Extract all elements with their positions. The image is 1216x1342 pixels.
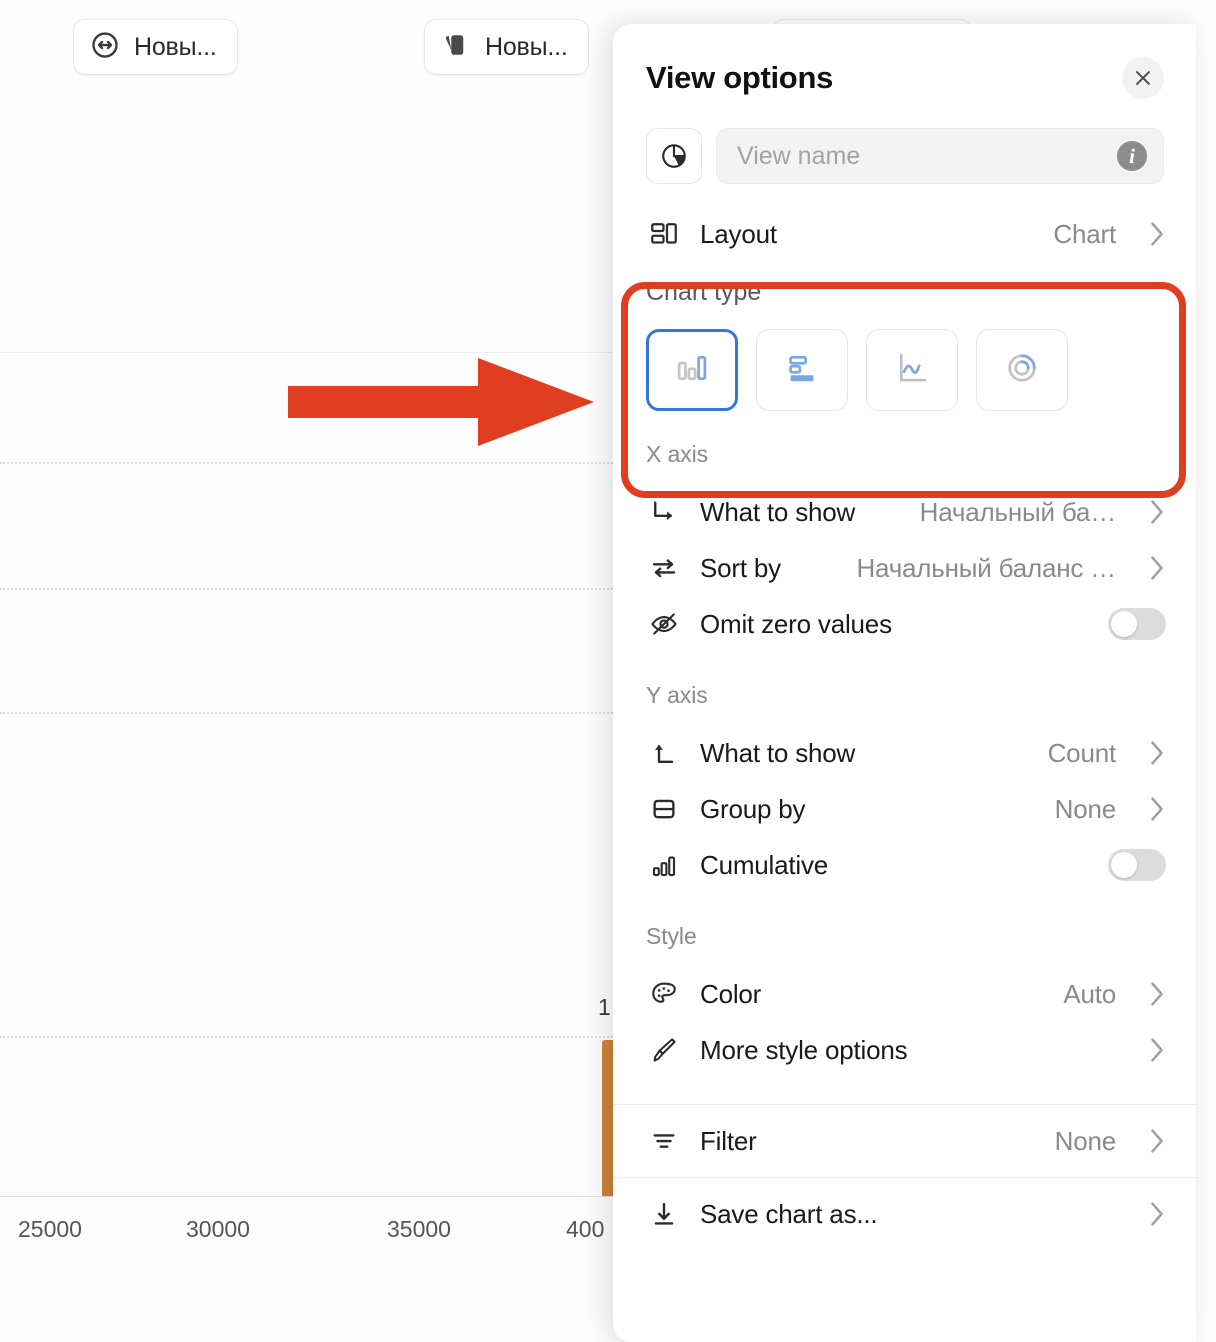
bar-chart-icon [782,348,822,393]
chevron-right-icon [1148,1128,1166,1154]
chevron-right-icon [1148,796,1166,822]
row-y-what-to-show-label: What to show [700,737,856,768]
section-style-label: Style [646,923,697,949]
chevron-right-icon [1148,1201,1166,1227]
palette-icon [646,979,682,1009]
gridline [0,462,616,464]
row-x-sort-by-label: Sort by [700,552,781,583]
filter-icon [646,1126,682,1156]
column-chart-icon [672,348,712,393]
row-x-what-to-show-label: What to show [700,496,856,527]
corner-down-right-icon [646,497,682,527]
view-name-placeholder: View name [737,141,861,170]
chart-type-section: Chart type [613,262,1196,411]
panel-header: View options [613,24,1196,99]
split-rows-icon [646,794,682,824]
row-x-omit-zero-label: Omit zero values [700,608,892,639]
ascending-bars-icon [646,850,682,880]
chevron-right-icon [1148,499,1166,525]
toolbar-button-compare[interactable]: Новы... [73,19,238,75]
swap-arrows-icon [646,553,682,583]
chart-type-options [613,307,1196,411]
view-name-input[interactable]: View name i [716,128,1164,184]
chart-type-label: Chart type [646,278,762,306]
corner-up-left-icon [646,738,682,768]
chart-type-donut-button[interactable] [976,329,1068,411]
screen: Новы... Новы... 25000 30000 35000 400 1 … [0,0,1216,1342]
row-filter-label: Filter [700,1125,757,1156]
gridline [0,1036,616,1038]
x-axis-line [0,1196,616,1197]
toolbar-button-cards-label: Новы... [485,32,568,61]
gridline [0,712,616,714]
pie-chart-icon[interactable] [646,128,702,184]
toolbar-button-cards[interactable]: Новы... [424,19,589,75]
row-y-what-to-show-value: Count [1047,737,1116,768]
row-y-group-by[interactable]: Group by None [613,781,1196,837]
row-color-value: Auto [1063,978,1116,1009]
x-tick-label: 30000 [186,1216,250,1242]
row-filter-value: None [1054,1125,1116,1156]
cards-stack-icon [441,30,471,65]
omit-zero-values-toggle[interactable] [1108,608,1166,640]
section-y-axis-label: Y axis [646,682,708,708]
row-y-cumulative[interactable]: Cumulative [613,837,1196,893]
x-tick-label: 400 [566,1216,605,1242]
row-x-sort-by[interactable]: Sort by Начальный баланс … [613,540,1196,596]
donut-chart-icon [1002,348,1042,393]
chart-bar-value-label: 1 [598,994,611,1020]
paint-brush-icon [646,1035,682,1065]
chart-type-column-button[interactable] [646,329,738,411]
row-x-sort-by-value: Начальный баланс … [856,552,1116,583]
layout-icon [646,219,682,249]
annotation-arrow-icon [288,358,594,446]
toolbar-button-compare-label: Новы... [134,32,217,61]
chevron-right-icon [1148,1037,1166,1063]
chart-type-bar-button[interactable] [756,329,848,411]
chevron-right-icon [1148,740,1166,766]
row-x-what-to-show-value: Начальный ба… [919,496,1116,527]
cumulative-toggle[interactable] [1108,849,1166,881]
row-color[interactable]: Color Auto [613,966,1196,1022]
row-filter[interactable]: Filter None [613,1105,1196,1177]
chevron-right-icon [1148,981,1166,1007]
x-tick-label: 25000 [18,1216,82,1242]
chevron-right-icon [1148,221,1166,247]
row-color-label: Color [700,978,762,1009]
panel-title: View options [646,60,834,95]
row-layout-value: Chart [1053,218,1116,249]
row-more-style-options-label: More style options [700,1034,908,1065]
download-icon [646,1199,682,1229]
row-more-style-options[interactable]: More style options [613,1022,1196,1078]
line-chart-icon [892,348,932,393]
row-save-chart-as-label: Save chart as... [700,1198,878,1229]
row-y-group-by-value: None [1054,793,1116,824]
row-y-what-to-show[interactable]: What to show Count [613,725,1196,781]
row-layout-label: Layout [700,218,777,249]
row-y-cumulative-label: Cumulative [700,849,829,880]
gridline [0,588,616,590]
row-save-chart-as[interactable]: Save chart as... [613,1178,1196,1250]
view-name-row: View name i [613,99,1196,184]
row-layout[interactable]: Layout Chart [613,206,1196,262]
section-x-axis-label: X axis [646,441,709,467]
row-y-group-by-label: Group by [700,793,806,824]
row-x-omit-zero[interactable]: Omit zero values [613,596,1196,652]
compare-arrows-icon [90,30,120,65]
row-x-what-to-show[interactable]: What to show Начальный ба… [613,484,1196,540]
chart-type-line-button[interactable] [866,329,958,411]
chevron-right-icon [1148,555,1166,581]
eye-off-icon [646,609,682,639]
view-options-panel: View options View name i Layout Chart Ch… [613,24,1196,1342]
info-icon[interactable]: i [1117,141,1147,171]
x-tick-label: 35000 [387,1216,451,1242]
close-icon[interactable] [1122,57,1164,99]
